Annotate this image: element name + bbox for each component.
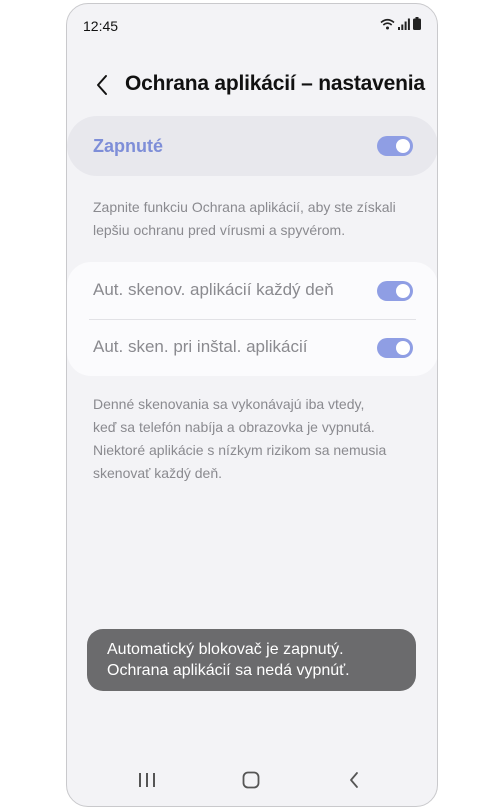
battery-icon [413,17,421,30]
signal-icon [398,18,410,30]
toast-message: Automatický blokovač je zapnutý. Ochrana… [87,629,416,691]
back-button[interactable] [89,72,115,98]
navigation-bar [67,759,437,799]
install-scan-toggle[interactable] [377,338,413,358]
status-time: 12:45 [83,18,119,34]
recent-apps-button[interactable] [132,767,162,793]
status-icons [380,17,421,30]
phone-screen: 12:45 Ochrana aplikácií – nastavenia Zap… [66,3,438,807]
nav-back-button[interactable] [339,767,369,793]
master-toggle-switch[interactable] [377,136,413,156]
toast-line: Automatický blokovač je zapnutý. [107,641,344,658]
toggle-knob [396,341,410,355]
status-bar: 12:45 [67,4,437,44]
chevron-left-icon [97,75,107,95]
description-line: skenovať každý deň. [93,465,222,481]
master-toggle-label: Zapnuté [93,136,163,156]
setting-row-install-scan[interactable]: Aut. sken. pri inštal. aplikácií [67,319,437,376]
description-line: Niektoré aplikácie s nízkym rizikom sa n… [93,442,387,458]
description-line: Denné skenovania sa vykonávajú iba vtedy… [93,396,365,412]
home-icon [242,771,260,789]
page-title: Ochrana aplikácií – nastavenia [125,72,425,95]
app-header: Ochrana aplikácií – nastavenia [67,64,437,108]
description-line: Zapnite funkciu Ochrana aplikácií, aby s… [93,199,396,215]
setting-row-daily-scan[interactable]: Aut. skenov. aplikácií každý deň [67,262,437,319]
setting-label-install-scan: Aut. sken. pri inštal. aplikácií [93,337,308,356]
description-line: lepšiu ochranu pred vírusmi a spyvérom. [93,222,346,238]
home-button[interactable] [236,767,266,793]
toggle-knob [396,139,410,153]
recent-apps-icon [139,773,155,787]
description-line: keď sa telefón nabíja a obrazovka je vyp… [93,419,375,435]
toggle-knob [396,284,410,298]
back-arrow-icon [350,772,358,788]
toast-line: Ochrana aplikácií sa nedá vypnúť. [107,662,350,679]
daily-scan-toggle[interactable] [377,281,413,301]
wifi-icon [380,18,395,29]
protection-description: Zapnite funkciu Ochrana aplikácií, aby s… [93,196,423,242]
setting-label-daily-scan: Aut. skenov. aplikácií každý deň [93,280,334,299]
scan-description: Denné skenovania sa vykonávajú iba vtedy… [93,393,423,485]
settings-card: Aut. skenov. aplikácií každý deň Aut. sk… [67,262,437,376]
master-toggle-row[interactable]: Zapnuté [67,116,437,176]
